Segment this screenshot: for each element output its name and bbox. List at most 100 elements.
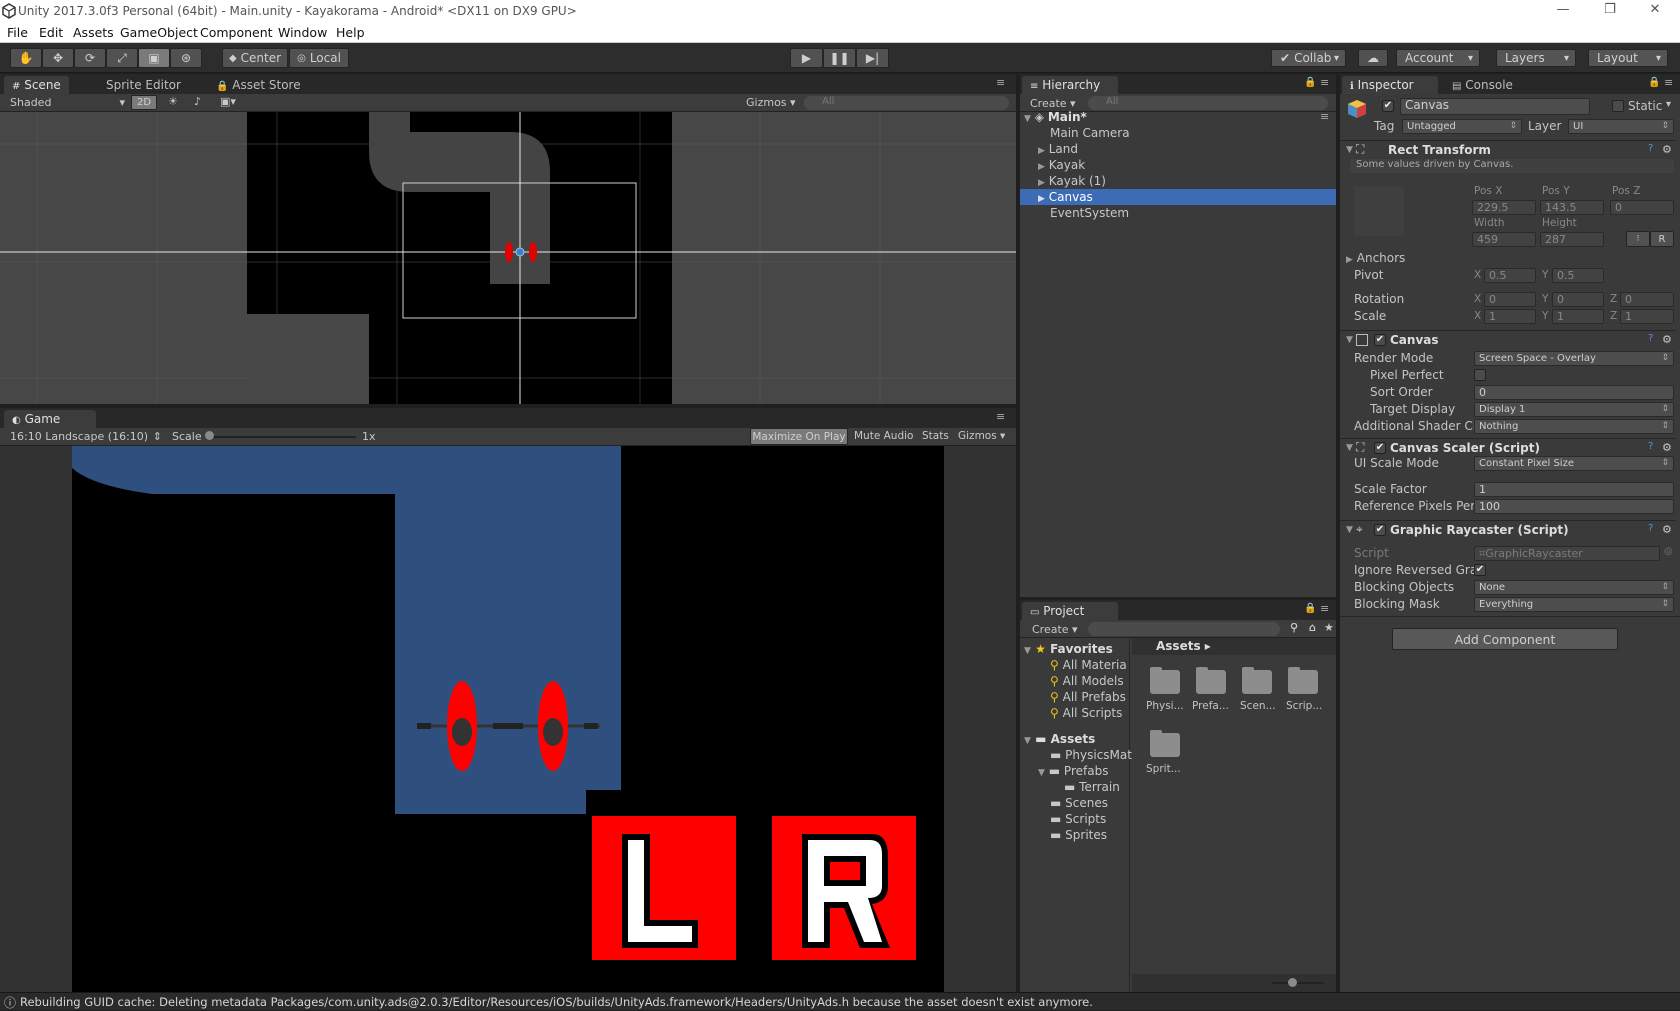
hierarchy-item-canvas[interactable]: ▶ Canvas (1038, 190, 1093, 204)
favorite-item[interactable]: ⚲ All Models (1050, 674, 1124, 688)
hierarchy-item-kayak[interactable]: ▶ Kayak (1038, 158, 1085, 172)
menu-help[interactable]: Help (336, 25, 365, 40)
folder-icon[interactable] (1242, 667, 1272, 694)
ui-scale-mode-dropdown[interactable]: Constant Pixel Size (1474, 456, 1674, 471)
step-button[interactable]: ▶| (856, 48, 889, 68)
scene-root[interactable]: ▼ ◈ Main* (1024, 110, 1087, 124)
tab-project[interactable]: ▭ Project (1022, 602, 1118, 620)
tab-game[interactable]: ◐ Game (4, 410, 96, 428)
tab-hierarchy[interactable]: ≡ Hierarchy (1022, 76, 1118, 94)
filter-type-icon[interactable]: ⚲ (1290, 621, 1298, 634)
blueprint-mode-button[interactable]: ⁝ (1626, 231, 1650, 247)
shader-channels-dropdown[interactable]: Nothing (1474, 419, 1674, 434)
tab-scene[interactable]: # Scene (4, 76, 69, 94)
favorite-item[interactable]: ⚲ All Prefabs (1050, 690, 1126, 704)
stats-toggle[interactable]: Stats (922, 430, 949, 442)
project-menu-icon[interactable]: ≡ (1320, 602, 1329, 615)
hand-tool-icon[interactable]: ✋ (10, 48, 42, 68)
mute-audio-toggle[interactable]: Mute Audio (854, 430, 913, 442)
project-search-input[interactable] (1088, 622, 1280, 636)
layer-dropdown[interactable]: UI (1568, 119, 1674, 134)
icon-size-slider[interactable] (1272, 982, 1324, 984)
scale-slider-thumb[interactable] (205, 431, 214, 440)
lock-icon[interactable]: 🔒 (1304, 77, 1316, 88)
canvas-scaler-header[interactable]: ▼ ⛶ ✔ Canvas Scaler (Script) ? ⚙ (1340, 438, 1676, 456)
icon-size-slider-thumb[interactable] (1288, 978, 1297, 987)
settings-gear-icon[interactable]: ⚙ (1662, 523, 1672, 536)
pivot-local-toggle[interactable]: ◎ Local (289, 48, 349, 68)
menu-file[interactable]: File (7, 25, 28, 40)
raycaster-enabled-checkbox[interactable]: ✔ (1374, 524, 1386, 536)
audio-icon[interactable]: ♪ (194, 95, 201, 108)
help-icon[interactable]: ? (1648, 441, 1653, 452)
menu-component[interactable]: Component (200, 25, 273, 40)
hierarchy-create-dropdown[interactable]: Create ▾ (1030, 97, 1076, 110)
raw-edit-button[interactable]: R (1650, 231, 1674, 247)
rotate-tool-icon[interactable]: ⟳ (74, 48, 106, 68)
sort-order-field[interactable]: 0 (1474, 385, 1674, 400)
active-checkbox[interactable]: ✔ (1382, 100, 1394, 112)
pixel-perfect-checkbox[interactable] (1474, 369, 1486, 381)
layout-dropdown[interactable]: Layout (1588, 49, 1668, 67)
hierarchy-item-eventsystem[interactable]: EventSystem (1050, 206, 1129, 220)
project-create-dropdown[interactable]: Create ▾ (1032, 623, 1078, 636)
effects-icon[interactable]: ▣▾ (220, 95, 236, 108)
scale-tool-icon[interactable]: ⤢ (106, 48, 138, 68)
help-icon[interactable]: ? (1648, 523, 1653, 534)
maximize-on-play-toggle[interactable]: Maximize On Play (750, 428, 848, 445)
play-button[interactable]: ▶ (790, 48, 823, 68)
scene-viewport[interactable] (0, 112, 1016, 404)
tab-console[interactable]: ▤ Console (1444, 76, 1521, 94)
pause-button[interactable]: ❚❚ (823, 48, 856, 68)
object-name-field[interactable]: Canvas (1400, 98, 1590, 115)
restore-icon[interactable]: ❐ (1595, 2, 1625, 20)
settings-gear-icon[interactable]: ⚙ (1662, 143, 1672, 156)
canvas-scaler-enabled-checkbox[interactable]: ✔ (1374, 442, 1386, 454)
static-dropdown-icon[interactable]: ▾ (1666, 99, 1671, 110)
asset-folder-scenes[interactable]: ▬ Scenes (1050, 796, 1108, 810)
hierarchy-item-main-camera[interactable]: Main Camera (1050, 126, 1130, 140)
menu-assets[interactable]: Assets (73, 25, 114, 40)
collab-dropdown[interactable]: ✔ Collab (1271, 49, 1346, 67)
shading-dropdown[interactable]: Shaded ▾ (10, 96, 125, 109)
static-checkbox[interactable] (1612, 100, 1624, 112)
blocking-mask-dropdown[interactable]: Everything (1474, 597, 1674, 612)
scale-factor-field[interactable]: 1 (1474, 482, 1674, 497)
render-mode-dropdown[interactable]: Screen Space - Overlay (1474, 351, 1674, 366)
hierarchy-menu-icon[interactable]: ≡ (1320, 76, 1329, 89)
project-lock-icon[interactable]: 🔒 (1304, 603, 1316, 614)
status-bar[interactable]: ⓘ Rebuilding GUID cache: Deleting metada… (0, 992, 1680, 1010)
scene-search-input[interactable]: All (804, 96, 1009, 110)
close-icon[interactable]: ✕ (1640, 2, 1670, 20)
scene-menu-icon[interactable]: ≡ (1320, 110, 1329, 123)
hierarchy-item-kayak-1[interactable]: ▶ Kayak (1) (1038, 174, 1106, 188)
layers-dropdown[interactable]: Layers (1496, 49, 1576, 67)
rect-transform-header[interactable]: ▼ ⛶ Rect Transform ? ⚙ (1340, 140, 1676, 158)
hierarchy-search-input[interactable]: All (1088, 96, 1328, 110)
game-gizmos-dropdown[interactable]: Gizmos ▾ (958, 430, 1005, 442)
ignore-reversed-checkbox[interactable]: ✔ (1474, 564, 1486, 576)
tab-inspector[interactable]: ℹ Inspector (1342, 76, 1438, 94)
asset-folder-prefabs[interactable]: ▼ ▬ Prefabs (1038, 764, 1108, 778)
help-icon[interactable]: ? (1648, 143, 1653, 154)
panel-menu-icon[interactable]: ≡ (996, 76, 1005, 89)
canvas-enabled-checkbox[interactable]: ✔ (1374, 334, 1386, 346)
assets-root[interactable]: ▼ ▬ Assets (1024, 732, 1095, 746)
asset-folder-scripts[interactable]: ▬ Scripts (1050, 812, 1106, 826)
canvas-component-header[interactable]: ▼ ✔ Canvas ? ⚙ (1340, 330, 1676, 348)
label-icon[interactable]: ⌂ (1309, 621, 1316, 634)
inspector-menu-icon[interactable]: ≡ (1664, 76, 1673, 89)
pivot-center-toggle[interactable]: ◆ Center (222, 48, 288, 68)
menu-edit[interactable]: Edit (39, 25, 63, 40)
folder-icon[interactable] (1196, 667, 1226, 694)
help-icon[interactable]: ? (1648, 333, 1653, 344)
breadcrumb-assets[interactable]: Assets ▸ (1156, 639, 1211, 653)
game-panel-menu-icon[interactable]: ≡ (996, 410, 1005, 423)
asset-folder-sprites[interactable]: ▬ Sprites (1050, 828, 1107, 842)
move-tool-icon[interactable]: ✥ (42, 48, 74, 68)
scale-slider[interactable] (208, 436, 356, 438)
folder-icon[interactable] (1150, 667, 1180, 694)
menu-gameobject[interactable]: GameObject (120, 25, 198, 40)
inspector-lock-icon[interactable]: 🔒 (1648, 77, 1660, 88)
anchors-foldout[interactable]: ▶ Anchors (1346, 251, 1405, 265)
